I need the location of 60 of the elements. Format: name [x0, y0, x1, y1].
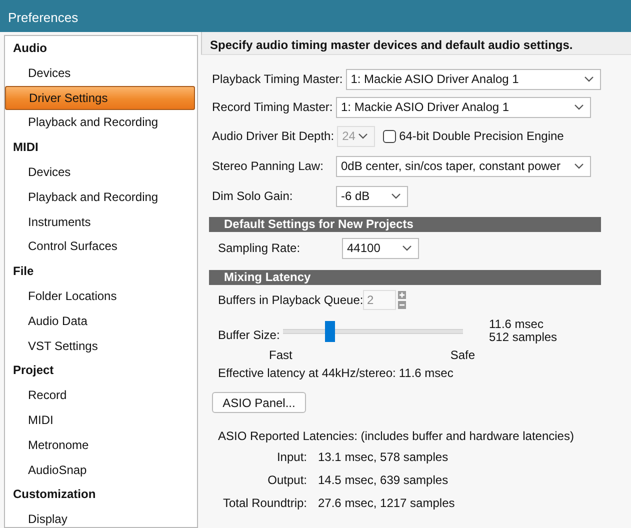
- category-heading: Project: [12, 362, 55, 380]
- dropdown[interactable]: 1: Mackie ASIO Driver Analog 1: [336, 96, 591, 118]
- sidebar-item[interactable]: Playback and Recording: [5, 110, 195, 136]
- field-label: Record Timing Master:: [212, 99, 334, 116]
- sidebar-item[interactable]: Devices: [5, 160, 195, 185]
- chevron-down-icon: [574, 104, 584, 110]
- field-label: Buffers in Playback Queue:: [218, 292, 363, 309]
- dropdown[interactable]: 44100: [342, 238, 419, 258]
- sidebar-item[interactable]: Folder Locations: [5, 284, 195, 309]
- latency-value: 11.6 msec: [398, 365, 454, 382]
- field-label: Total Roundtrip:: [222, 494, 308, 512]
- field-label: Buffer Size:: [218, 327, 281, 344]
- field-label: Effective latency at 44kHz/stereo:: [218, 365, 396, 382]
- latency-value: 14.5 msec, 639 samples: [318, 472, 448, 488]
- sidebar-item[interactable]: Record: [5, 383, 195, 408]
- sidebar-item[interactable]: VST Settings: [5, 334, 195, 358]
- dropdown[interactable]: -6 dB: [336, 186, 408, 206]
- latency-value: 27.6 msec, 1217 samples: [318, 494, 455, 512]
- slider-samples: 512 samples: [489, 331, 558, 344]
- field-label: Dim Solo Gain:: [212, 188, 294, 205]
- sidebar-item[interactable]: AudioSnap: [5, 458, 195, 482]
- spinner-arrows-icon[interactable]: [398, 291, 406, 309]
- sidebar-item[interactable]: Display: [5, 507, 195, 527]
- sidebar-item[interactable]: Audio Data: [5, 308, 195, 334]
- chevron-down-icon: [574, 163, 584, 169]
- checkbox-label: 64-bit Double Precision Engine: [399, 128, 564, 145]
- section-header: Default Settings for New Projects: [209, 217, 601, 232]
- slider-thumb[interactable]: [324, 321, 335, 342]
- category-heading: MIDI: [12, 139, 40, 156]
- dropdown[interactable]: 0dB center, sin/cos taper, constant power: [336, 156, 591, 176]
- dropdown[interactable]: 1: Mackie ASIO Driver Analog 1: [346, 68, 601, 90]
- field-label: Audio Driver Bit Depth:: [212, 128, 336, 145]
- chevron-down-icon: [358, 133, 368, 139]
- slider-reading: 11.6 msec: [489, 318, 544, 331]
- chevron-down-icon: [391, 193, 401, 199]
- slider-min-label: Fast: [269, 347, 292, 364]
- sidebar-item[interactable]: Instruments: [5, 210, 195, 234]
- section-header: Mixing Latency: [209, 270, 601, 285]
- category-heading: File: [12, 263, 35, 280]
- category-heading: Customization: [12, 486, 97, 504]
- field-label: Playback Timing Master:: [212, 71, 344, 88]
- latency-caption: ASIO Reported Latencies: (includes buffer and hardware latencies): [217, 428, 575, 445]
- field-label: Stereo Panning Law:: [212, 158, 324, 175]
- latency-value: 13.1 msec, 578 samples: [318, 448, 448, 466]
- chevron-down-icon: [402, 245, 412, 251]
- sidebar-item[interactable]: Playback and Recording: [5, 184, 195, 210]
- field-label: Sampling Rate:: [218, 240, 302, 257]
- slider-max-label: Safe: [450, 347, 475, 364]
- sidebar-item[interactable]: Devices: [5, 60, 195, 86]
- category-heading: Audio: [12, 40, 48, 57]
- window-title: Preferences: [8, 10, 78, 25]
- asio-panel-button[interactable]: ASIO Panel...: [212, 392, 306, 413]
- chevron-down-icon: [584, 76, 594, 82]
- sidebar-item[interactable]: Control Surfaces: [5, 234, 195, 260]
- sidebar-item[interactable]: Metronome: [5, 432, 195, 458]
- field-label: Output:: [266, 472, 308, 488]
- field-label: Input:: [276, 448, 308, 466]
- sidebar-item[interactable]: Driver Settings: [5, 86, 195, 110]
- sidebar-item[interactable]: MIDI: [5, 408, 195, 433]
- panel-header: Specify audio timing master devices and default audio settings.: [201, 32, 631, 55]
